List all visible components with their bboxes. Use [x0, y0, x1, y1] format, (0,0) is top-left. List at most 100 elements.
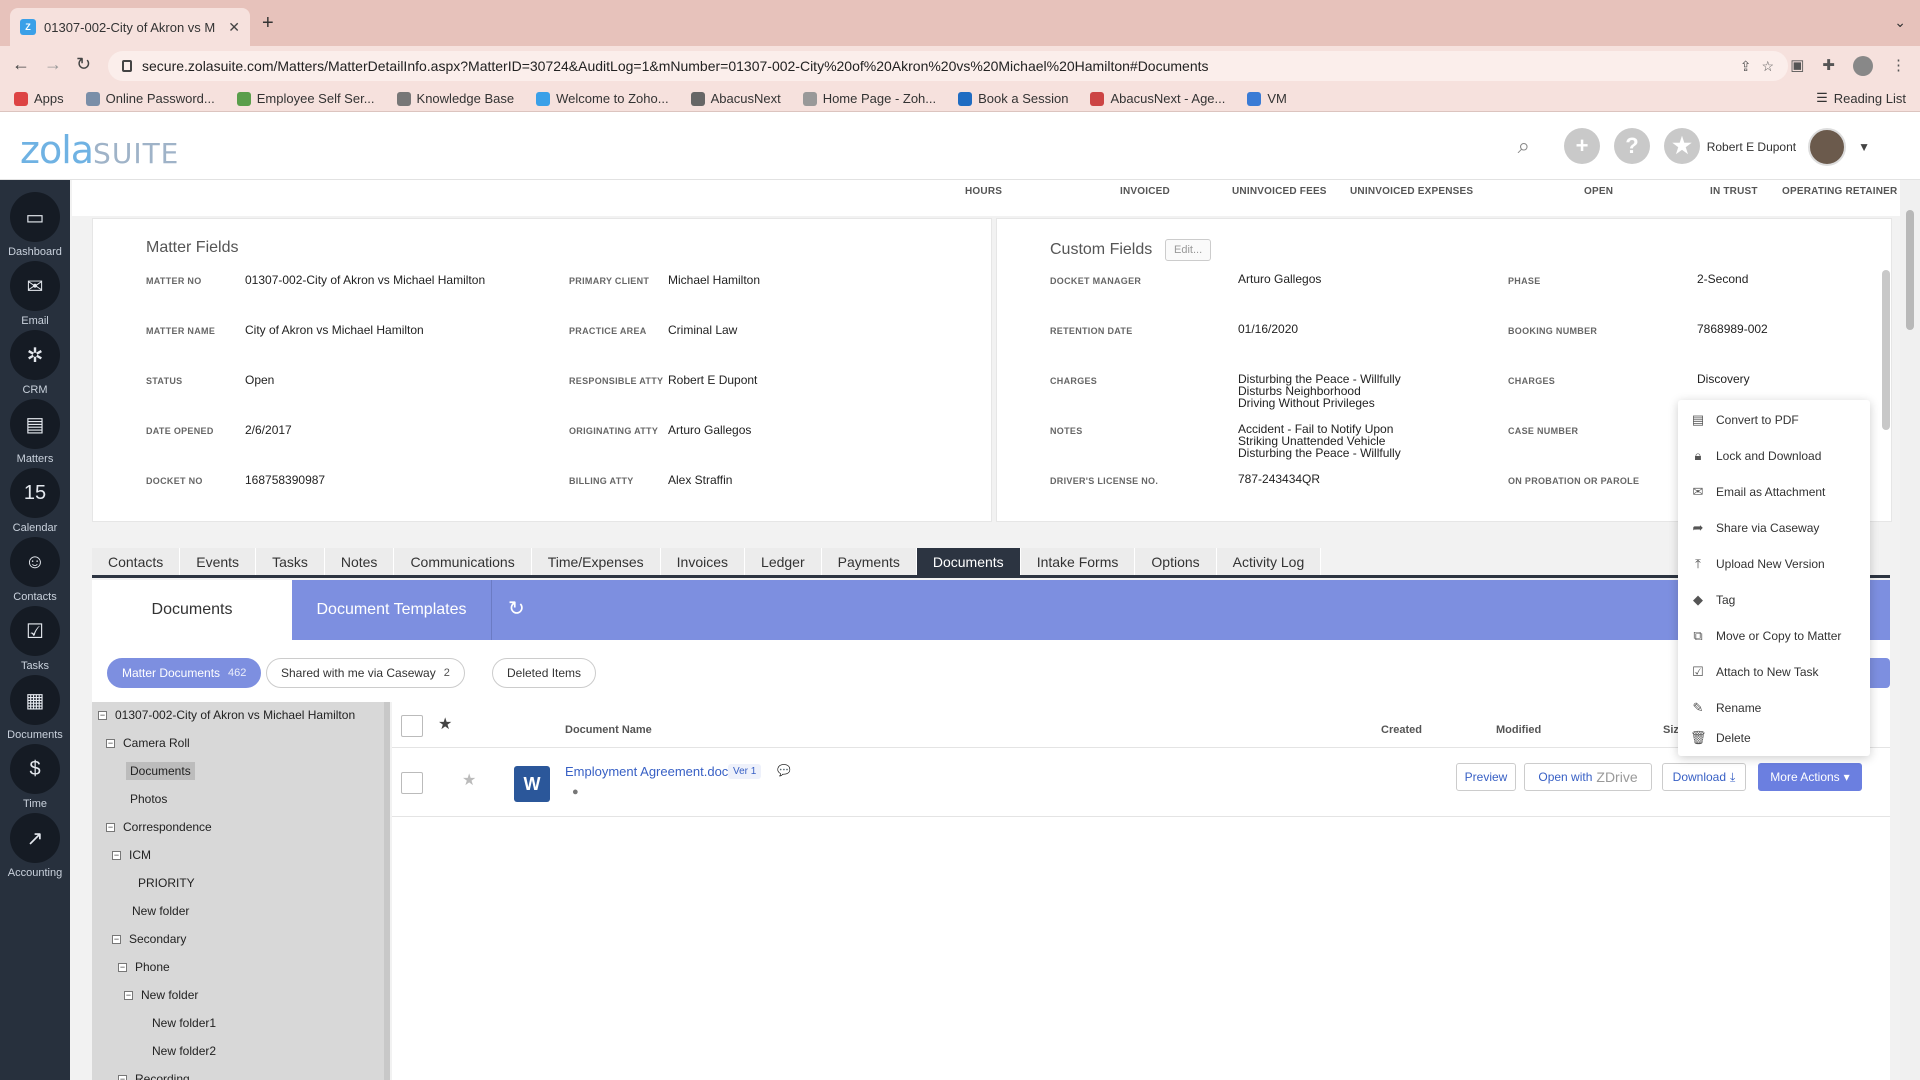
collapse-toggle-icon[interactable]: − [106, 738, 115, 748]
more-actions-button[interactable]: More Actions ▾ [1758, 763, 1862, 791]
nav-documents[interactable]: ▦ Documents [0, 675, 70, 741]
share-icon[interactable]: ⇪ [1740, 58, 1752, 75]
tab-time-expenses[interactable]: Time/Expenses [531, 548, 661, 575]
edit-custom-fields-button[interactable]: Edit... [1165, 239, 1212, 261]
deleted-items-chip[interactable]: Deleted Items [492, 658, 597, 688]
user-menu[interactable]: Robert E Dupont ▼ [1707, 128, 1870, 166]
tab-documents[interactable]: Documents [916, 548, 1021, 575]
menu-item-lock-download[interactable]: 🔒︎ Lock and Download [1678, 438, 1870, 474]
tree-node[interactable]: − New folder [124, 988, 198, 1002]
tab-communications[interactable]: Communications [394, 548, 532, 575]
documents-subtab[interactable]: Documents [92, 580, 292, 640]
open-with-zdrive-button[interactable]: Open with ZDrive [1524, 763, 1652, 791]
menu-item-attach-task[interactable]: ☑ Attach to New Task [1678, 654, 1870, 690]
document-templates-subtab[interactable]: Document Templates [292, 580, 492, 640]
bookmark-item[interactable]: Knowledge Base [396, 91, 514, 106]
version-badge[interactable]: Ver 1 [728, 764, 762, 779]
back-icon[interactable]: ← [12, 54, 30, 75]
tree-node[interactable]: − Correspondence [106, 820, 212, 834]
select-all-checkbox[interactable] [401, 715, 423, 737]
column-modified[interactable]: Modified [1496, 724, 1541, 736]
zolasuite-logo[interactable]: zolaSUITE [20, 128, 179, 172]
tab-notes[interactable]: Notes [324, 548, 395, 575]
bookmark-item[interactable]: AbacusNext [690, 91, 781, 106]
menu-item-tag[interactable]: ◆ Tag [1678, 582, 1870, 618]
favorites-star-icon[interactable]: ★ [1664, 128, 1700, 164]
tab-options[interactable]: Options [1135, 548, 1217, 575]
tree-node[interactable]: Photos [130, 792, 167, 806]
tree-node[interactable]: − Recording [118, 1072, 190, 1080]
tree-node[interactable]: PRIORITY [138, 876, 195, 890]
close-tab-icon[interactable]: ✕ [228, 19, 240, 36]
tree-node[interactable]: − Secondary [112, 932, 186, 946]
bookmark-item[interactable]: Welcome to Zoho... [536, 91, 669, 106]
menu-item-email-attachment[interactable]: ✉ Email as Attachment [1678, 474, 1870, 510]
tree-scrollbar[interactable] [384, 702, 390, 1080]
menu-item-move-copy[interactable]: ⧉ Move or Copy to Matter [1678, 618, 1870, 654]
favorite-star-icon[interactable]: ★ [462, 770, 476, 790]
download-button[interactable]: Download ⤓ [1662, 763, 1746, 791]
bookmark-star-icon[interactable]: ☆ [1761, 58, 1774, 75]
url-text[interactable]: secure.zolasuite.com/Matters/MatterDetai… [142, 58, 1730, 74]
tab-events[interactable]: Events [180, 548, 257, 575]
tab-tasks[interactable]: Tasks [256, 548, 325, 575]
menu-item-share-caseway[interactable]: ➦ Share via Caseway [1678, 510, 1870, 546]
nav-accounting[interactable]: ↗ Accounting [0, 813, 70, 879]
nav-crm[interactable]: ✲ CRM [0, 330, 70, 396]
nav-calendar[interactable]: 15 Calendar [0, 468, 70, 534]
tree-node[interactable]: − Phone [118, 960, 170, 974]
extension-icon[interactable]: ▣ [1790, 56, 1804, 76]
address-bar[interactable]: secure.zolasuite.com/Matters/MatterDetai… [108, 51, 1788, 81]
nav-matters[interactable]: ▤ Matters [0, 399, 70, 465]
row-checkbox[interactable] [401, 772, 423, 794]
bookmark-item[interactable]: Book a Session [958, 91, 1068, 106]
search-icon[interactable]: ⌕ [1518, 133, 1530, 159]
collapse-toggle-icon[interactable]: − [98, 710, 107, 720]
tab-ledger[interactable]: Ledger [745, 548, 822, 575]
tree-node[interactable]: New folder [132, 904, 189, 918]
browser-tab[interactable]: Z 01307-002-City of Akron vs M ✕ [10, 8, 250, 46]
bookmark-item[interactable]: Apps [14, 91, 64, 106]
reading-list[interactable]: ☰ Reading List [1816, 90, 1906, 106]
menu-item-convert-pdf[interactable]: ▤ Convert to PDF [1678, 402, 1870, 438]
menu-item-upload-version[interactable]: ⤒ Upload New Version [1678, 546, 1870, 582]
tree-node[interactable]: New folder1 [152, 1016, 216, 1030]
tree-node[interactable]: New folder2 [152, 1044, 216, 1058]
refresh-icon[interactable]: ↻ [508, 596, 525, 621]
column-size[interactable]: Siz [1663, 724, 1679, 736]
tree-node[interactable]: Documents [126, 762, 195, 780]
comment-icon[interactable]: 💬 [777, 764, 791, 777]
document-name-link[interactable]: Employment Agreement.doc [565, 764, 728, 779]
nav-email[interactable]: ✉ Email [0, 261, 70, 327]
forward-icon[interactable]: → [44, 54, 62, 75]
matter-documents-chip[interactable]: Matter Documents 462 [107, 658, 262, 688]
tab-payments[interactable]: Payments [821, 548, 917, 575]
tab-contacts[interactable]: Contacts [92, 548, 181, 575]
tree-node[interactable]: − ICM [112, 848, 151, 862]
profile-avatar[interactable] [1853, 56, 1873, 76]
bookmark-item[interactable]: VM [1247, 91, 1287, 106]
preview-button[interactable]: Preview [1456, 763, 1516, 791]
tab-search-icon[interactable]: ⌄ [1894, 14, 1906, 31]
tab-intake-forms[interactable]: Intake Forms [1020, 548, 1136, 575]
collapse-toggle-icon[interactable]: − [112, 850, 121, 860]
collapse-toggle-icon[interactable]: − [106, 822, 115, 832]
bookmark-item[interactable]: Online Password... [85, 91, 215, 106]
column-document-name[interactable]: Document Name [565, 724, 652, 736]
puzzle-icon[interactable]: ✚ [1822, 56, 1835, 76]
help-icon[interactable]: ? [1614, 128, 1650, 164]
add-icon[interactable]: + [1564, 128, 1600, 164]
nav-dashboard[interactable]: ▭ Dashboard [0, 192, 70, 258]
bookmark-item[interactable]: AbacusNext - Age... [1090, 91, 1225, 106]
collapse-toggle-icon[interactable]: − [112, 934, 121, 944]
tree-node[interactable]: −01307-002-City of Akron vs Michael Hami… [98, 708, 355, 722]
bookmark-item[interactable]: Home Page - Zoh... [802, 91, 936, 106]
reload-icon[interactable]: ↻ [76, 54, 91, 75]
shared-caseway-chip[interactable]: Shared with me via Caseway 2 [266, 658, 465, 688]
tab-activity-log[interactable]: Activity Log [1216, 548, 1322, 575]
menu-item-delete[interactable]: 🗑︎ Delete [1678, 720, 1870, 756]
panel-scrollbar[interactable] [1882, 270, 1890, 430]
page-scrollbar[interactable] [1900, 180, 1920, 1080]
new-tab-icon[interactable]: + [262, 12, 274, 35]
favorite-header-star-icon[interactable]: ★ [438, 714, 452, 734]
